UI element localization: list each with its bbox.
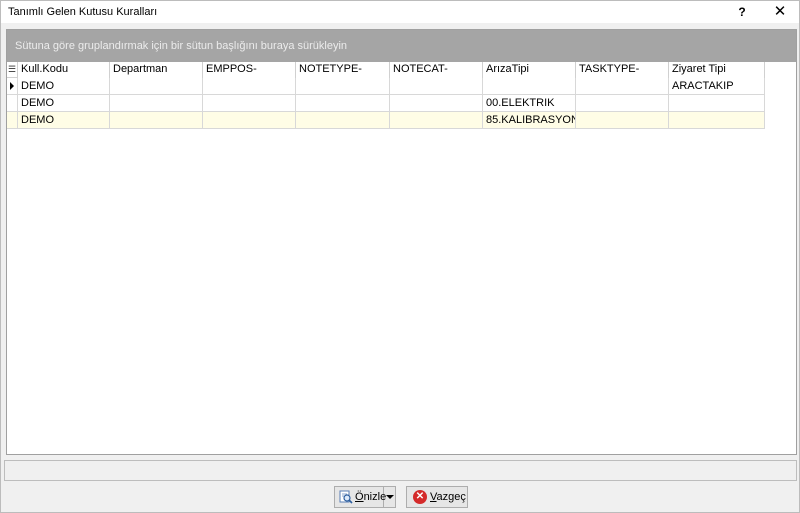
table-cell[interactable]: [203, 78, 296, 95]
table-cell[interactable]: [669, 112, 765, 129]
table-cell[interactable]: ARACTAKIP: [669, 78, 765, 95]
group-by-panel[interactable]: Sütuna göre gruplandırmak için bir sütun…: [7, 30, 796, 62]
table-row[interactable]: DEMO 85.KALIBRASYON: [7, 112, 765, 129]
window-title: Tanımlı Gelen Kutusu Kuralları: [8, 6, 158, 18]
table-cell[interactable]: [296, 78, 390, 95]
column-header-arizatipi[interactable]: ArızaTipi: [483, 62, 576, 78]
close-button[interactable]: ✕: [765, 1, 795, 23]
column-header-ziyaret-tipi[interactable]: Ziyaret Tipi: [669, 62, 765, 78]
row-indicator[interactable]: [7, 78, 18, 95]
table-cell[interactable]: [203, 95, 296, 112]
table-cell[interactable]: DEMO: [18, 78, 110, 95]
help-button[interactable]: ?: [727, 1, 757, 23]
row-indicator[interactable]: [7, 112, 18, 129]
magnifier-document-icon: [339, 490, 353, 504]
table-row[interactable]: DEMO ARACTAKIP: [7, 78, 765, 95]
table-cell[interactable]: 85.KALIBRASYON: [483, 112, 576, 129]
group-by-hint: Sütuna göre gruplandırmak için bir sütun…: [15, 40, 348, 52]
table-cell[interactable]: [110, 95, 203, 112]
table-cell[interactable]: [576, 95, 669, 112]
column-chooser-icon[interactable]: ☰: [7, 62, 18, 78]
table-cell[interactable]: [296, 95, 390, 112]
column-header-notetype[interactable]: NOTETYPE-: [296, 62, 390, 78]
table-cell[interactable]: [390, 78, 483, 95]
cancel-label: Vazgeç: [430, 491, 466, 503]
table-cell[interactable]: [576, 78, 669, 95]
table-cell[interactable]: [390, 112, 483, 129]
cancel-x-icon: ✕: [413, 490, 427, 504]
table-cell[interactable]: [576, 112, 669, 129]
table-cell[interactable]: [296, 112, 390, 129]
table-cell[interactable]: DEMO: [18, 112, 110, 129]
table-row[interactable]: DEMO 00.ELEKTRIK: [7, 95, 765, 112]
preview-button[interactable]: Önizle: [334, 486, 396, 508]
preview-dropdown[interactable]: [384, 487, 395, 507]
preview-label: Önizle: [355, 491, 387, 503]
table-cell[interactable]: [203, 112, 296, 129]
table-cell[interactable]: [669, 95, 765, 112]
table-cell[interactable]: [110, 78, 203, 95]
current-row-arrow-icon: [10, 82, 14, 90]
column-header-tasktype[interactable]: TASKTYPE-: [576, 62, 669, 78]
table-cell[interactable]: DEMO: [18, 95, 110, 112]
column-header-departman[interactable]: Departman: [110, 62, 203, 78]
status-bar: [4, 460, 797, 481]
rules-grid[interactable]: Sütuna göre gruplandırmak için bir sütun…: [6, 29, 797, 455]
title-bar[interactable]: Tanımlı Gelen Kutusu Kuralları ? ✕: [1, 1, 799, 23]
row-indicator[interactable]: [7, 95, 18, 112]
cancel-button[interactable]: ✕ Vazgeç: [406, 486, 468, 508]
table-cell[interactable]: 00.ELEKTRIK: [483, 95, 576, 112]
dialog-window: Tanımlı Gelen Kutusu Kuralları ? ✕ Sütun…: [0, 0, 800, 513]
table-cell[interactable]: [390, 95, 483, 112]
column-header-emppos[interactable]: EMPPOS-: [203, 62, 296, 78]
table-cell[interactable]: [110, 112, 203, 129]
column-header-notecat[interactable]: NOTECAT-: [390, 62, 483, 78]
grid-header: ☰ Kull.Kodu Departman EMPPOS- NOTETYPE- …: [7, 62, 765, 78]
chevron-down-icon: [386, 495, 394, 499]
preview-main-button[interactable]: Önizle: [335, 487, 387, 507]
column-header-kull-kodu[interactable]: Kull.Kodu: [18, 62, 110, 78]
table-cell[interactable]: [483, 78, 576, 95]
